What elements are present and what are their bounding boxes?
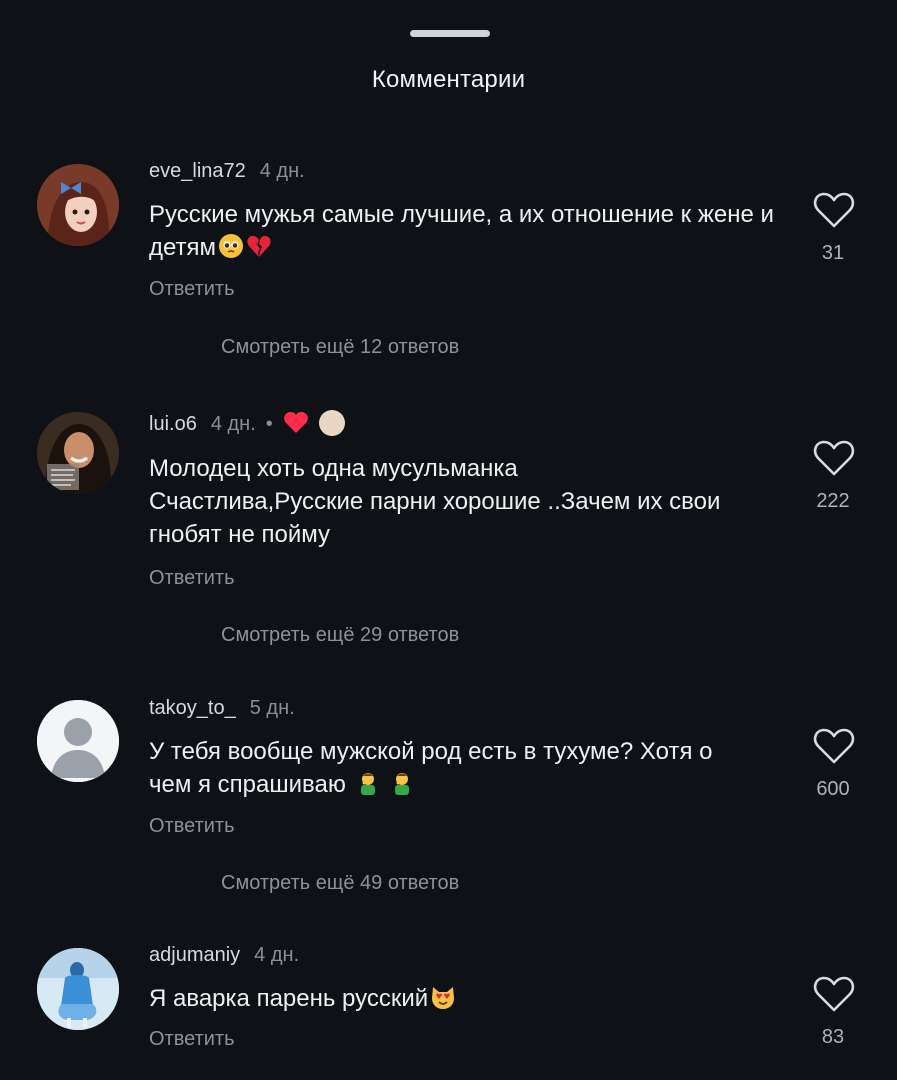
sheet-title: Комментарии bbox=[371, 66, 526, 93]
comment-time: 4 дн. bbox=[210, 413, 256, 435]
view-more-replies-button[interactable]: Смотреть ещё 49 ответов bbox=[221, 872, 459, 895]
like-heart-icon[interactable] bbox=[812, 974, 856, 1014]
comment-time: 4 дн. bbox=[254, 944, 300, 966]
username[interactable]: eve_lina72 bbox=[149, 160, 246, 182]
username[interactable]: takoy_to_ bbox=[149, 697, 236, 719]
red-heart-icon bbox=[283, 412, 308, 433]
like-count: 222 bbox=[816, 490, 850, 512]
avatar[interactable] bbox=[37, 948, 119, 1030]
avatar[interactable] bbox=[37, 164, 119, 246]
comment-text: Русские мужья самые лучшие, а их отношен… bbox=[149, 201, 774, 261]
username[interactable]: adjumaniy bbox=[149, 944, 240, 966]
comment-text: Молодец хоть одна мусульманка Счастлива,… bbox=[149, 455, 721, 548]
reply-button[interactable]: Ответить bbox=[149, 278, 235, 301]
reply-button[interactable]: Ответить bbox=[149, 1028, 235, 1051]
broken-heart-emoji bbox=[247, 235, 271, 257]
separator-dot: • bbox=[265, 413, 273, 435]
heart-eyes-cat-emoji bbox=[432, 987, 455, 1009]
like-heart-icon[interactable] bbox=[812, 190, 856, 230]
view-more-replies-button[interactable]: Смотреть ещё 29 ответов bbox=[221, 624, 459, 647]
man-facepalming-emoji bbox=[395, 773, 410, 795]
reply-button[interactable]: Ответить bbox=[149, 567, 235, 590]
man-facepalming-emoji bbox=[360, 773, 375, 795]
like-heart-icon[interactable] bbox=[812, 726, 856, 766]
avatar[interactable] bbox=[37, 412, 119, 494]
comment-time: 5 дн. bbox=[249, 697, 295, 719]
like-count: 83 bbox=[821, 1026, 845, 1048]
like-count: 600 bbox=[816, 778, 850, 800]
comment-time: 4 дн. bbox=[259, 160, 305, 182]
comment-text: У тебя вообще мужской род есть в тухуме?… bbox=[149, 738, 713, 798]
username[interactable]: lui.o6 bbox=[149, 413, 197, 435]
avatar[interactable] bbox=[37, 700, 119, 782]
comments-sheet: Комментарии eve_lina72 4 дн. Русские мужь… bbox=[0, 0, 897, 1080]
pleading-face-emoji bbox=[219, 234, 244, 258]
like-count: 31 bbox=[821, 242, 845, 264]
comment-text: Я аварка парень русский bbox=[149, 982, 789, 1015]
reply-button[interactable]: Ответить bbox=[149, 815, 235, 838]
drag-handle[interactable] bbox=[410, 30, 490, 37]
author-avatar-dot bbox=[318, 410, 345, 436]
view-more-replies-button[interactable]: Смотреть ещё 12 ответов bbox=[221, 336, 459, 359]
like-heart-icon[interactable] bbox=[812, 438, 856, 478]
